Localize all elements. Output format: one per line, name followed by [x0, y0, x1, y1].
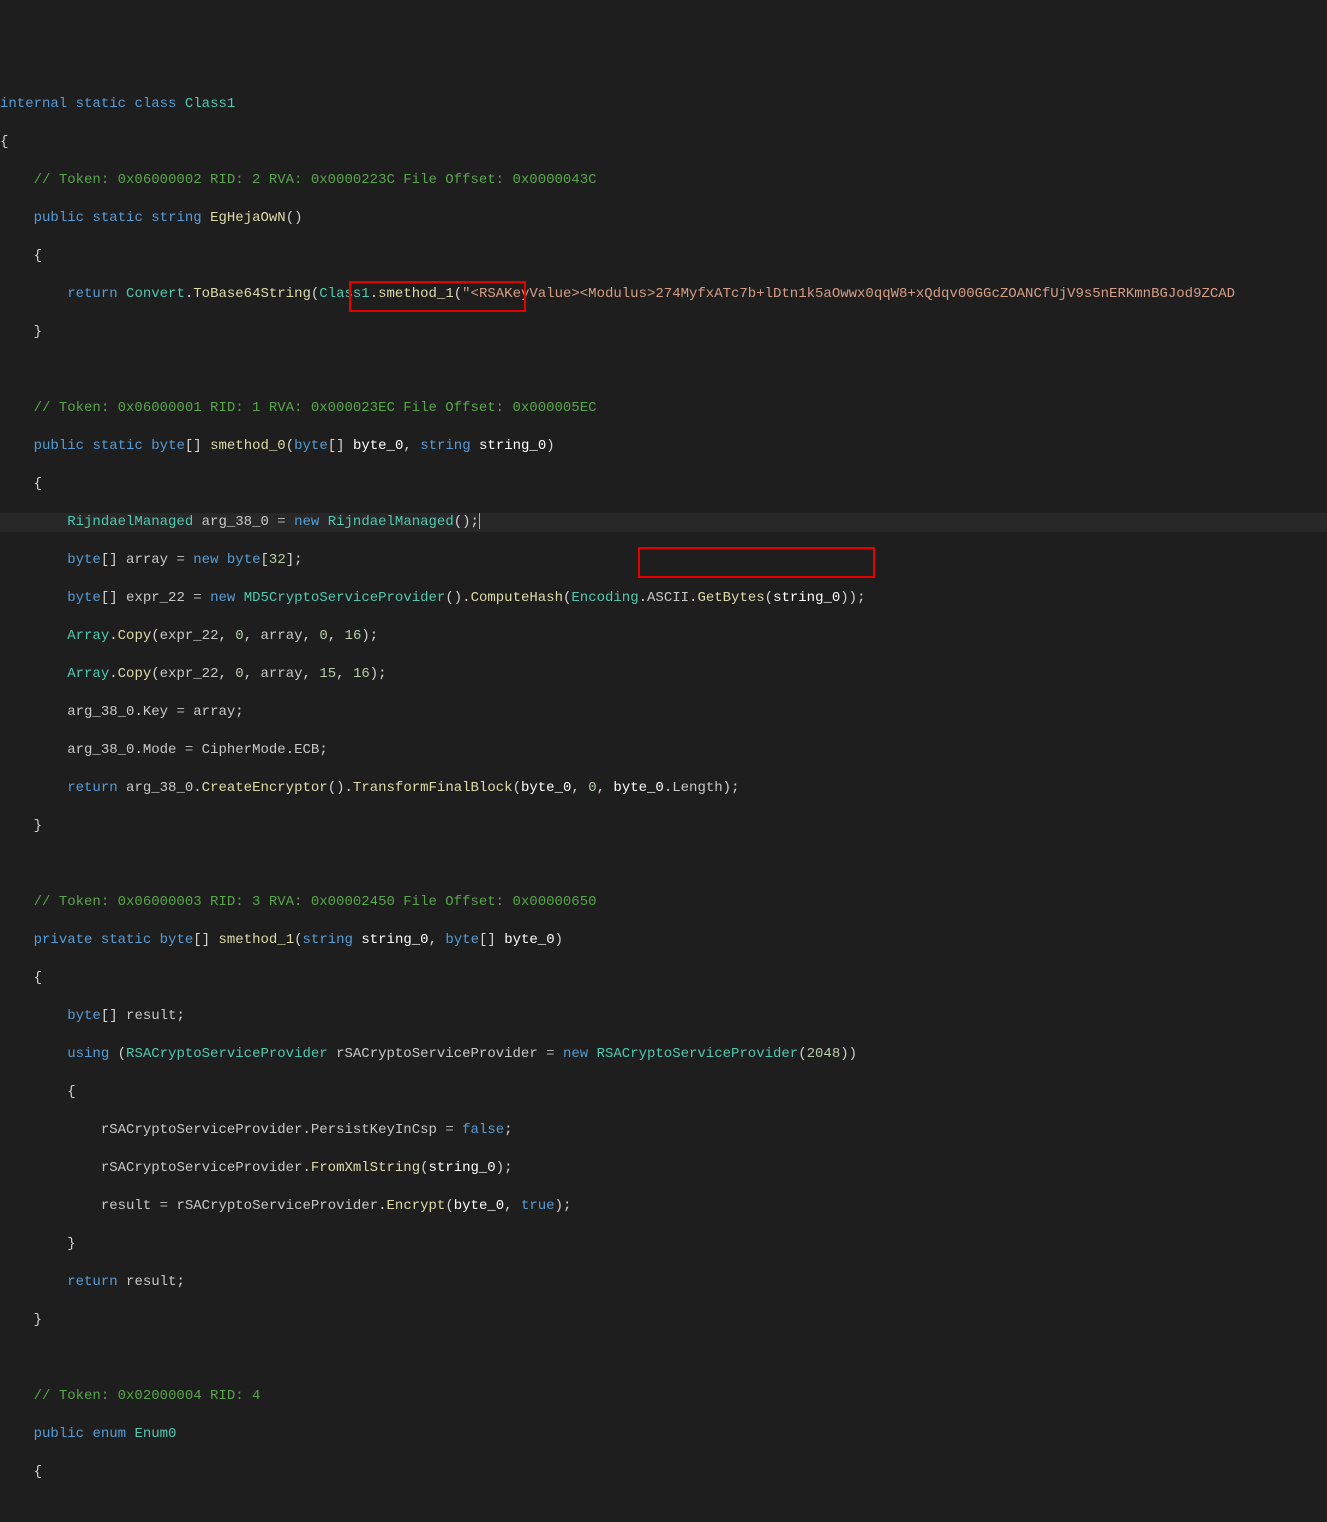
code-line: } [0, 1311, 1327, 1330]
code-line: result = rSACryptoServiceProvider.Encryp… [0, 1197, 1327, 1216]
code-line [0, 361, 1327, 380]
code-line [0, 855, 1327, 874]
code-line: { [0, 969, 1327, 988]
code-line: // Token: 0x02000004 RID: 4 [0, 1387, 1327, 1406]
code-line: { [0, 133, 1327, 152]
code-line: public static string EgHejaOwN() [0, 209, 1327, 228]
code-line: byte[] result; [0, 1007, 1327, 1026]
code-line: { [0, 475, 1327, 494]
code-line: rSACryptoServiceProvider.FromXmlString(s… [0, 1159, 1327, 1178]
code-line: return arg_38_0.CreateEncryptor().Transf… [0, 779, 1327, 798]
code-line: Array.Copy(expr_22, 0, array, 0, 16); [0, 627, 1327, 646]
code-line: Array.Copy(expr_22, 0, array, 15, 16); [0, 665, 1327, 684]
current-line: RijndaelManaged arg_38_0 = new RijndaelM… [0, 513, 1327, 532]
code-line: byte[] array = new byte[32]; [0, 551, 1327, 570]
code-line: private static byte[] smethod_1(string s… [0, 931, 1327, 950]
code-line: } [0, 323, 1327, 342]
code-line: // Token: 0x06000002 RID: 2 RVA: 0x00002… [0, 171, 1327, 190]
code-line: { [0, 1463, 1327, 1482]
code-editor[interactable]: internal static class Class1 { // Token:… [0, 76, 1327, 1522]
code-line: public enum Enum0 [0, 1425, 1327, 1444]
code-line: return Convert.ToBase64String(Class1.sme… [0, 285, 1327, 304]
code-line [0, 1349, 1327, 1368]
code-line: { [0, 1083, 1327, 1102]
text-cursor [479, 513, 480, 529]
code-line: arg_38_0.Key = array; [0, 703, 1327, 722]
code-line: } [0, 817, 1327, 836]
code-line: arg_38_0.Mode = CipherMode.ECB; [0, 741, 1327, 760]
code-line: internal static class Class1 [0, 95, 1327, 114]
code-line: public static byte[] smethod_0(byte[] by… [0, 437, 1327, 456]
code-line: // Token: 0x06000001 RID: 1 RVA: 0x00002… [0, 399, 1327, 418]
code-line: rSACryptoServiceProvider.PersistKeyInCsp… [0, 1121, 1327, 1140]
code-line: using (RSACryptoServiceProvider rSACrypt… [0, 1045, 1327, 1064]
code-line: // Token: 0x06000003 RID: 3 RVA: 0x00002… [0, 893, 1327, 912]
code-line: byte[] expr_22 = new MD5CryptoServicePro… [0, 589, 1327, 608]
code-line: { [0, 247, 1327, 266]
code-line [0, 1501, 1327, 1520]
code-line: return result; [0, 1273, 1327, 1292]
code-line: } [0, 1235, 1327, 1254]
